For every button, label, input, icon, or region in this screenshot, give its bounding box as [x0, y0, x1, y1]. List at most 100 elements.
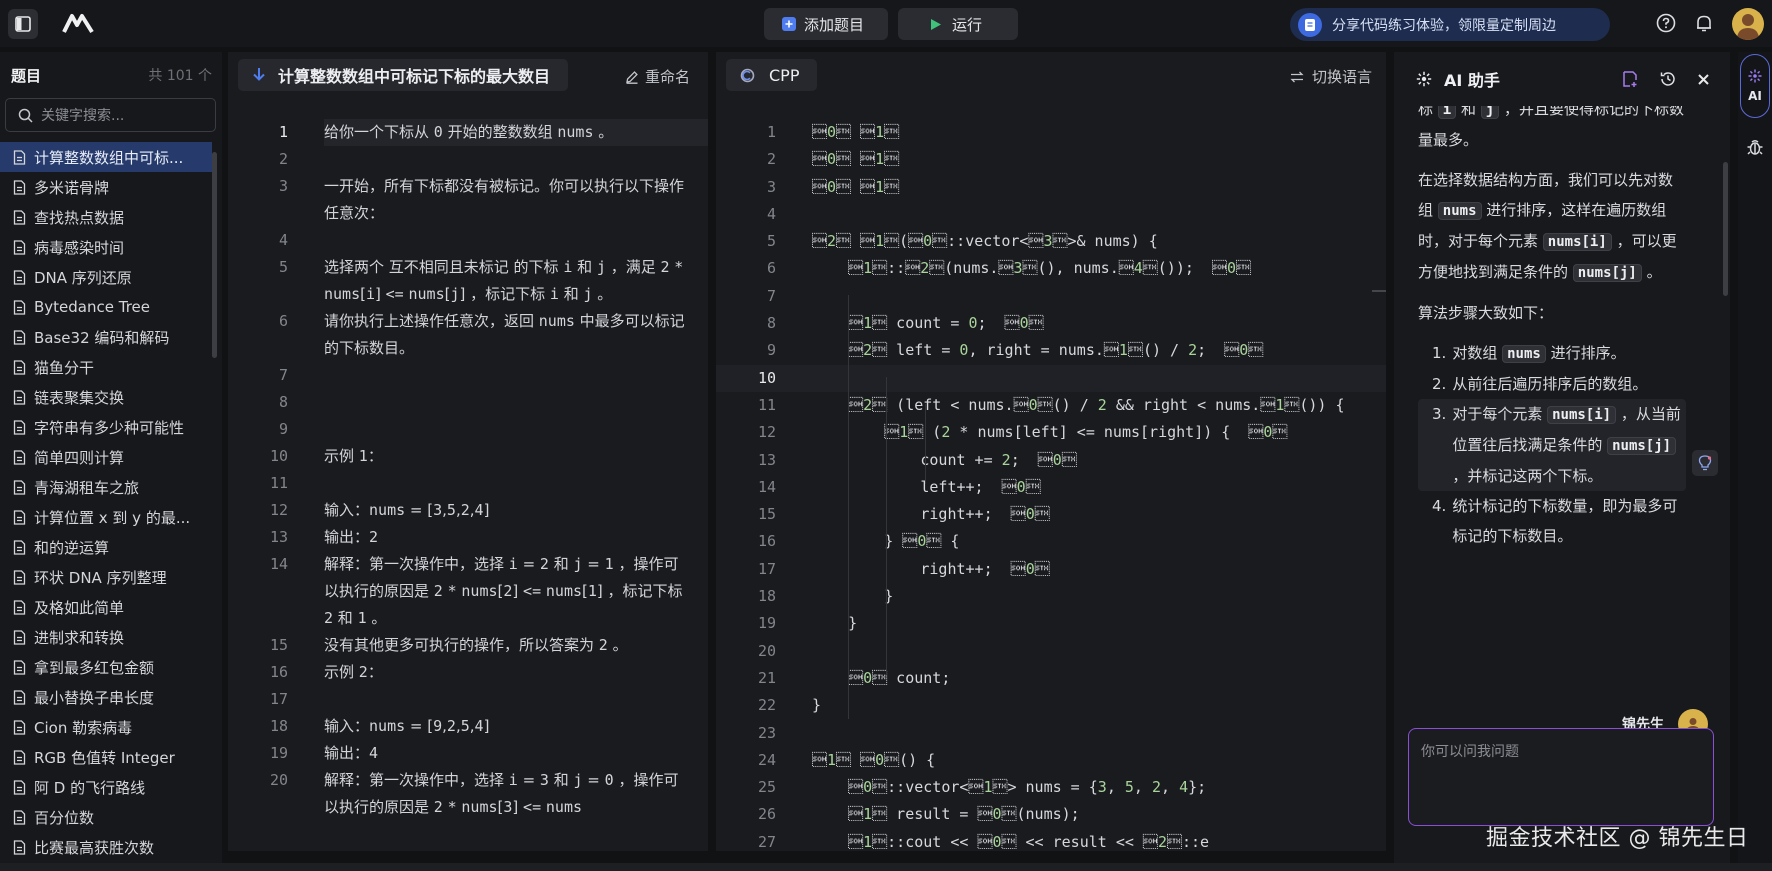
- problem-list-item[interactable]: 和的逆运算: [0, 532, 212, 562]
- problem-list-item-label: 最小替换子串长度: [34, 688, 155, 707]
- code-editor[interactable]: 1 0 1 2 0 1 3 0 1 4 5 2 1(0::v…: [716, 119, 1386, 851]
- code-line-text: [812, 283, 1382, 310]
- watermark: 掘金技术社区 @ 锦先生日: [1486, 826, 1749, 851]
- line-number: 22: [757, 696, 776, 715]
- ai-step: 1. 对数组 nums 进行排序。: [1418, 338, 1686, 369]
- line-number: 5: [278, 258, 288, 276]
- line-number: 9: [278, 420, 288, 438]
- problem-list-item[interactable]: 及格如此简单: [0, 592, 212, 622]
- line-number: 20: [269, 771, 288, 789]
- problem-list-item[interactable]: 计算位置 x 到 y 的最...: [0, 502, 212, 532]
- description-line-text: 没有其他更多可执行的操作，所以答案为 2 。: [324, 636, 628, 654]
- switch-language-button[interactable]: 切换语言: [1290, 66, 1372, 87]
- close-icon[interactable]: [1697, 73, 1710, 86]
- code-line-text: 1::cout << 0 << result << 2::e: [812, 832, 1210, 851]
- line-number: 14: [269, 555, 288, 573]
- description-line-text: 输入：nums = [9,2,5,4]: [324, 717, 490, 735]
- run-label: 运行: [952, 15, 983, 34]
- problem-list-item[interactable]: 多米诺骨牌: [0, 172, 212, 202]
- problem-list-item[interactable]: 字符串有多少种可能性: [0, 412, 212, 442]
- code-line-text: 1 (2 * nums[left] <= nums[right]) { 0…: [812, 423, 1288, 442]
- switch-language-label: 切换语言: [1311, 68, 1372, 86]
- problem-list-item[interactable]: DNA 序列还原: [0, 262, 212, 292]
- history-icon[interactable]: [1659, 70, 1677, 88]
- problem-list-item[interactable]: 病毒感染时间: [0, 232, 212, 262]
- toggle-sidebar-button[interactable]: [8, 9, 38, 39]
- code-line-text: 2 1(0::vector<3>& nums) {: [812, 232, 1158, 251]
- ai-input-placeholder: 你可以问我问题: [1421, 744, 1519, 760]
- description-editor[interactable]: 1 给你一个下标从 0 开始的整数数组 nums 。 2 3 一开始，所有下标都没有被标…: [228, 119, 708, 821]
- description-line: 19 输出：4: [228, 740, 708, 767]
- problem-list-item[interactable]: 进制求和转换: [0, 622, 212, 652]
- problem-list-item[interactable]: 链表聚集交换: [0, 382, 212, 412]
- add-problem-button[interactable]: 添加题目: [764, 8, 888, 40]
- problem-list-item-label: Base32 编码和解码: [34, 328, 170, 347]
- problem-search-input[interactable]: 关键字搜索...: [5, 98, 216, 132]
- code-line: 6 1::2(nums.3(), nums.4()); 0: [716, 255, 1386, 282]
- language-tab[interactable]: CPP: [726, 59, 818, 91]
- problem-list-scrollbar[interactable]: [212, 152, 217, 358]
- problem-list-item[interactable]: 拿到最多红包金额: [0, 652, 212, 682]
- plus-square-icon: [782, 17, 796, 31]
- share-banner[interactable]: 分享代码练习体验，领限量定制周边: [1290, 8, 1610, 41]
- right-rail: AI: [1738, 52, 1772, 863]
- description-line-text: [324, 146, 686, 173]
- code-line: 7: [716, 283, 1386, 310]
- code-line-text: 0 count;: [812, 668, 951, 687]
- line-number: 9: [766, 341, 776, 360]
- code-line: 15 right++; 0: [716, 501, 1386, 528]
- line-number: 3: [278, 177, 288, 195]
- problem-count: 共 101 个: [148, 68, 212, 84]
- insert-suggestion-button[interactable]: [1692, 450, 1718, 476]
- code-line: 8 1 count = 0; 0: [716, 310, 1386, 337]
- problem-list-item[interactable]: 猫鱼分干: [0, 352, 212, 382]
- bell-icon: [1697, 15, 1711, 32]
- run-button[interactable]: 运行: [898, 8, 1018, 40]
- file-icon: [13, 719, 26, 735]
- code-line-text: left++; 0: [812, 477, 1041, 496]
- problem-list-item[interactable]: 计算整数数组中可标...: [0, 142, 212, 172]
- ai-toggle-label: AI: [1748, 89, 1762, 103]
- ai-step-list: 1. 对数组 nums 进行排序。 2. 从前往后遍历排序后的数组。 3. 对于每个元素 …: [1418, 338, 1686, 551]
- code-line-text: 0::vector<1> nums = {3, 5, 2, 4};: [812, 778, 1207, 797]
- new-chat-icon[interactable]: [1621, 70, 1639, 88]
- description-line-text: 给你一个下标从 0 开始的整数数组 nums 。: [324, 119, 708, 146]
- problem-list-item[interactable]: 简单四则计算: [0, 442, 212, 472]
- document-icon: [1298, 12, 1322, 37]
- ai-step-text: 对数组 nums 进行排序。: [1452, 344, 1626, 363]
- problem-list-item[interactable]: 查找热点数据: [0, 202, 212, 232]
- problem-list-item-label: 进制求和转换: [34, 628, 125, 647]
- description-line: 14 解释：第一次操作中，选择 i = 2 和 j = 1 ，操作可以执行的原因是…: [228, 551, 708, 632]
- problem-list-item[interactable]: Bytedance Tree: [0, 292, 212, 322]
- problem-list-item[interactable]: 比赛最高获胜次数: [0, 832, 212, 862]
- problem-tab[interactable]: 计算整数数组中可标记下标的最大数目: [238, 59, 569, 91]
- code-line: 19 }: [716, 610, 1386, 637]
- ai-step: 3. 对于每个元素 nums[i] ，从当前位置往后找满足条件的 nums[j] …: [1418, 399, 1686, 491]
- problem-list-item[interactable]: 阿 D 的飞行路线: [0, 772, 212, 802]
- help-button[interactable]: [1656, 13, 1676, 37]
- problem-list-item[interactable]: Base32 编码和解码: [0, 322, 212, 352]
- problem-list-item[interactable]: RGB 色值转 Integer: [0, 742, 212, 772]
- line-number: 18: [269, 717, 288, 735]
- rename-button[interactable]: 重命名: [625, 66, 690, 87]
- ai-panel-scrollbar[interactable]: [1723, 162, 1728, 296]
- problem-list-item[interactable]: 青海湖租车之旅: [0, 472, 212, 502]
- ai-assistant-toggle[interactable]: AI: [1740, 54, 1770, 118]
- brand-logo[interactable]: [62, 12, 94, 38]
- problem-list-item[interactable]: 最小替换子串长度: [0, 682, 212, 712]
- user-avatar[interactable]: [1732, 8, 1764, 40]
- description-line: 1 给你一个下标从 0 开始的整数数组 nums 。: [228, 119, 708, 146]
- problem-list-item[interactable]: 环状 DNA 序列整理: [0, 562, 212, 592]
- rename-label: 重命名: [644, 68, 690, 86]
- line-number: 7: [766, 286, 776, 305]
- debug-button[interactable]: [1747, 138, 1763, 160]
- problem-list-item[interactable]: 百分位数: [0, 802, 212, 832]
- notifications-button[interactable]: [1694, 13, 1714, 37]
- file-icon: [13, 629, 26, 645]
- file-icon: [13, 149, 26, 165]
- problem-list-item-label: 及格如此简单: [34, 598, 125, 617]
- ai-question-input[interactable]: 你可以问我问题: [1408, 728, 1714, 826]
- line-number: 10: [269, 447, 288, 465]
- problem-list-item[interactable]: Cion 勒索病毒: [0, 712, 212, 742]
- description-line-text: 示例 2：: [324, 663, 383, 681]
